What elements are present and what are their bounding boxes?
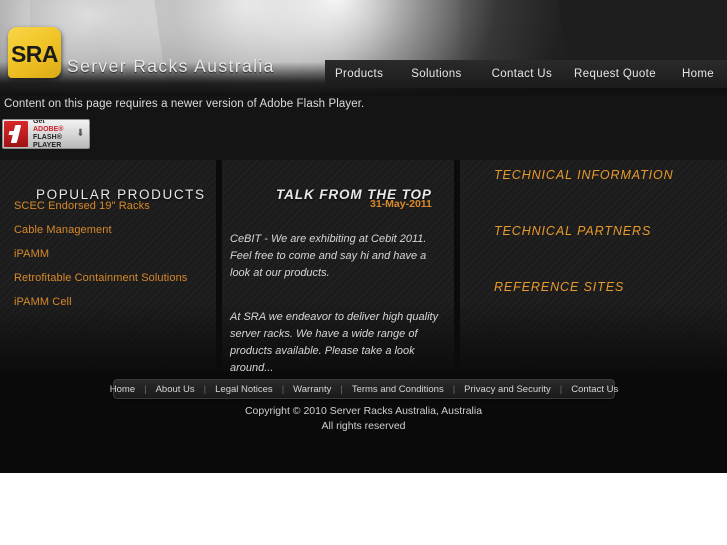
content-area: POPULAR PRODUCTS SCEC Endorsed 19" Racks… <box>0 160 727 372</box>
footer-link-terms-and-conditions[interactable]: Terms and Conditions <box>343 384 453 395</box>
flash-notice-message: Content on this page requires a newer ve… <box>4 98 365 110</box>
nav-item-home[interactable]: Home <box>682 68 714 80</box>
nav-item-request-quote[interactable]: Request Quote <box>574 68 656 80</box>
news-date: 31-May-2011 <box>370 198 432 210</box>
flash-badge-line1: Get ADOBE® <box>33 119 75 134</box>
resource-link-technical-partners[interactable]: TECHNICAL PARTNERS <box>494 224 674 238</box>
flash-player-notice: Content on this page requires a newer ve… <box>0 96 727 160</box>
nav-item-products[interactable]: Products <box>335 68 383 80</box>
product-link-ipamm[interactable]: iPAMM <box>14 248 187 260</box>
resources-link-list: TECHNICAL INFORMATION TECHNICAL PARTNERS… <box>494 168 674 336</box>
flash-badge-adobe: ADOBE® <box>33 125 64 133</box>
page-bottom-whitespace <box>0 473 727 545</box>
footer-link-legal-notices[interactable]: Legal Notices <box>206 384 282 395</box>
flash-logo-icon <box>4 121 28 147</box>
resource-link-technical-information[interactable]: TECHNICAL INFORMATION <box>494 168 674 182</box>
download-arrow-icon: ⬇ <box>76 128 85 139</box>
sra-logo-icon[interactable]: SRA <box>8 27 61 78</box>
product-link-ipamm-cell[interactable]: iPAMM Cell <box>14 296 187 308</box>
footer-link-warranty[interactable]: Warranty <box>284 384 340 395</box>
copyright-block: Copyright © 2010 Server Racks Australia,… <box>0 404 727 434</box>
main-navigation: Products Solutions Contact Us Request Qu… <box>325 60 727 88</box>
nav-item-contact-us[interactable]: Contact Us <box>492 68 552 80</box>
popular-products-list: SCEC Endorsed 19" Racks Cable Management… <box>14 200 187 320</box>
footer-link-home[interactable]: Home <box>101 384 144 395</box>
get-adobe-flash-player-button[interactable]: Get ADOBE® FLASH® PLAYER ⬇ <box>2 119 90 149</box>
site-wordmark: Server Racks Australia <box>67 56 275 76</box>
sra-logo-text: SRA <box>10 41 59 67</box>
news-paragraph-2: At SRA we endeavor to deliver high quali… <box>230 311 439 372</box>
resources-panel: TECHNICAL INFORMATION TECHNICAL PARTNERS… <box>460 160 727 372</box>
product-link-cable-management[interactable]: Cable Management <box>14 224 187 236</box>
product-link-scec-endorsed-19-racks[interactable]: SCEC Endorsed 19" Racks <box>14 200 187 212</box>
nav-item-solutions[interactable]: Solutions <box>411 68 461 80</box>
news-paragraph-1: CeBIT - We are exhibiting at Cebit 2011.… <box>230 233 427 280</box>
footer-link-privacy-and-security[interactable]: Privacy and Security <box>455 384 560 395</box>
talk-from-the-top-panel: TALK FROM THE TOP 31-May-2011 CeBIT - We… <box>222 160 454 372</box>
footer-link-about-us[interactable]: About Us <box>147 384 204 395</box>
footer-link-contact-us[interactable]: Contact Us <box>562 384 627 395</box>
page-root: SRA Server Racks Australia Products Solu… <box>0 0 727 473</box>
footer-navigation: Home | About Us | Legal Notices | Warran… <box>110 379 618 399</box>
copyright-line-2: All rights reserved <box>321 420 406 433</box>
flash-badge-line2: FLASH® PLAYER <box>33 134 63 149</box>
resource-link-reference-sites[interactable]: REFERENCE SITES <box>494 280 674 294</box>
copyright-line-1: Copyright © 2010 Server Racks Australia,… <box>244 405 483 417</box>
site-footer: Home | About Us | Legal Notices | Warran… <box>0 372 727 473</box>
flash-badge-text: Get ADOBE® FLASH® PLAYER <box>33 119 75 149</box>
main-nav-list: Products Solutions Contact Us Request Qu… <box>325 68 714 80</box>
popular-products-panel: POPULAR PRODUCTS SCEC Endorsed 19" Racks… <box>0 160 216 372</box>
site-header: SRA Server Racks Australia Products Solu… <box>0 0 727 96</box>
flash-badge-get: Get <box>33 119 45 125</box>
product-link-retrofitable-containment[interactable]: Retrofitable Containment Solutions <box>14 272 187 284</box>
